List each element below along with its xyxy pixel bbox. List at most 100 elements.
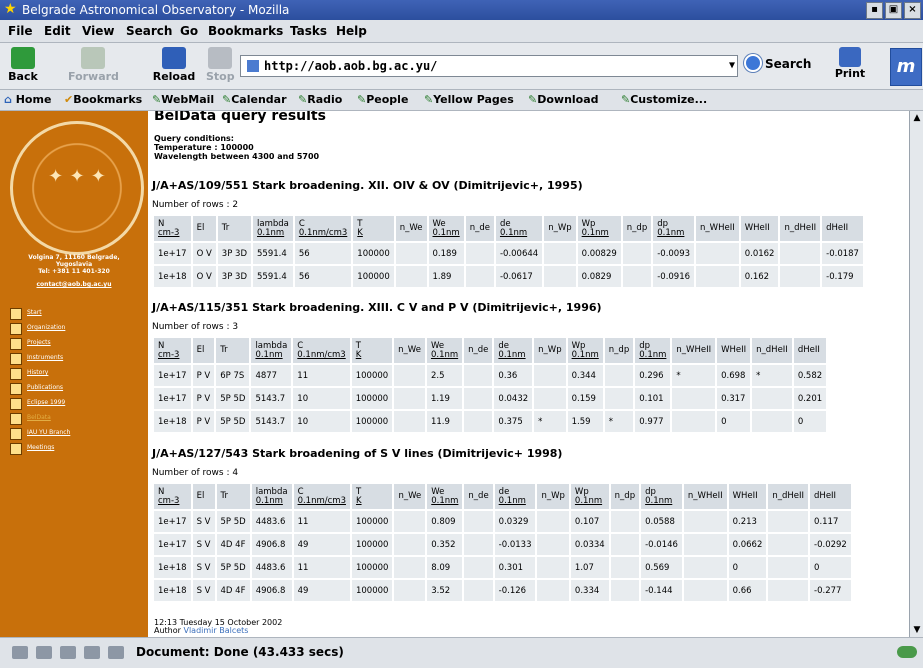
url-field[interactable]: http://aob.aob.bg.ac.yu/ ▼ [240, 55, 738, 77]
maximize-button[interactable]: ▣ [885, 2, 902, 19]
table-cell [394, 388, 425, 409]
print-button[interactable]: Print [832, 47, 868, 80]
back-button[interactable]: Back [6, 47, 40, 83]
table-cell: 3.52 [427, 580, 463, 601]
bookmark-home[interactable]: ⌂ Home [4, 93, 51, 106]
table-cell [672, 411, 716, 432]
minimize-button[interactable]: ▪ [866, 2, 883, 19]
table-cell: 0.375 [494, 411, 533, 432]
table-cell: * [604, 411, 634, 432]
table-cell: 0.0329 [494, 511, 536, 532]
table-cell: 11 [293, 365, 350, 386]
table-cell: 0.0588 [641, 511, 682, 532]
scroll-up-icon[interactable]: ▲ [912, 113, 922, 123]
url-dropdown-icon[interactable]: ▼ [729, 56, 735, 76]
column-header: dp 0.1nm [641, 484, 682, 509]
vertical-scrollbar[interactable]: ▲ ▼ [909, 111, 923, 637]
reload-icon [162, 47, 186, 69]
table-cell: 1.59 [567, 411, 603, 432]
table-cell [622, 266, 652, 287]
navigator-icon[interactable] [12, 646, 28, 659]
bookmark-download[interactable]: ✎Download [528, 93, 599, 106]
search-label: Search [765, 57, 812, 71]
table-cell: 10 [293, 388, 350, 409]
table-cell [394, 411, 425, 432]
column-header: n_de [464, 484, 493, 509]
mail-icon[interactable] [36, 646, 52, 659]
table-cell: 3P 3D [217, 243, 251, 264]
mozilla-logo-icon[interactable]: m [890, 48, 922, 86]
table-cell [464, 365, 493, 386]
menu-file[interactable]: File [8, 24, 33, 38]
stop-button[interactable]: Stop [206, 47, 235, 83]
table-cell: S V [192, 557, 215, 578]
forward-label: Forward [68, 70, 119, 83]
bookmark-people[interactable]: ✎People [357, 93, 408, 106]
column-header: TK [353, 216, 394, 241]
search-button[interactable]: Search [744, 52, 814, 76]
bookmark-yellow-pages[interactable]: ✎Yellow Pages [424, 93, 514, 106]
column-header: Tr [217, 216, 251, 241]
column-header: Tr [216, 484, 250, 509]
table-cell [768, 511, 809, 532]
table-cell: P V [192, 365, 215, 386]
bookmark-calendar[interactable]: ✎Calendar [222, 93, 287, 106]
table-cell [394, 365, 425, 386]
bookmark-radio[interactable]: ✎Radio [298, 93, 342, 106]
column-header: n_We [395, 216, 427, 241]
table-cell [752, 388, 792, 409]
bookmark-bookmarks[interactable]: ✔Bookmarks [64, 93, 142, 106]
column-header: C 0.1nm/cm3 [293, 484, 350, 509]
footer-author-label: Author [154, 626, 181, 635]
column-header: lambda 0.1nm [251, 338, 292, 363]
column-header: n_We [394, 338, 425, 363]
status-text: Document: Done (43.433 secs) [136, 645, 344, 659]
table-cell [464, 580, 493, 601]
column-header: n_dp [604, 338, 634, 363]
table-cell: 0.159 [567, 388, 603, 409]
table-cell: -0.126 [494, 580, 536, 601]
table-cell: 5591.4 [253, 243, 293, 264]
table-cell: * [534, 411, 566, 432]
table-cell: 100000 [351, 365, 393, 386]
folder-icon [10, 338, 22, 350]
column-header: lambda 0.1nm [253, 216, 293, 241]
table-cell: P V [192, 411, 215, 432]
table-cell [780, 243, 821, 264]
reload-button[interactable]: Reload [150, 47, 198, 83]
menu-edit[interactable]: Edit [44, 24, 71, 38]
menu-tasks[interactable]: Tasks [290, 24, 327, 38]
column-header: n_dHeII [780, 216, 821, 241]
link-icon: ✎ [621, 93, 631, 106]
column-header: Wp 0.1nm [577, 216, 621, 241]
table-cell: 0 [793, 411, 827, 432]
table-cell: -0.277 [810, 580, 851, 601]
address-book-icon[interactable] [108, 646, 124, 659]
forward-button[interactable]: Forward [68, 47, 119, 83]
column-header: lambda 0.1nm [251, 484, 292, 509]
menu-search[interactable]: Search [126, 24, 172, 38]
table-cell: 5P 5D [216, 511, 250, 532]
column-header: n_de [465, 216, 494, 241]
footer-author-link[interactable]: Vladimir Balcets [183, 626, 248, 635]
table-cell [683, 557, 727, 578]
menu-bookmarks[interactable]: Bookmarks [208, 24, 283, 38]
bookmark-customize[interactable]: ✎Customize... [621, 93, 707, 106]
composer-icon[interactable] [60, 646, 76, 659]
contact-link[interactable]: contact@aob.bg.ac.yu [4, 281, 144, 288]
table-cell: 0.36 [494, 365, 533, 386]
chat-icon[interactable] [84, 646, 100, 659]
observatory-seal-logo: ✦ ✦ ✦ [10, 121, 144, 255]
close-button[interactable]: × [904, 2, 921, 19]
table-cell: 100000 [353, 266, 394, 287]
menu-go[interactable]: Go [180, 24, 198, 38]
column-header: Wp 0.1nm [570, 484, 609, 509]
menu-view[interactable]: View [82, 24, 114, 38]
table-row: 1e+18 O V 3P 3D 5591.4 56 100000 1.89 -0.0617 0.… [154, 266, 863, 287]
table-cell [696, 243, 739, 264]
scroll-down-icon[interactable]: ▼ [912, 625, 922, 635]
table-cell: 4D 4F [216, 534, 250, 555]
bookmark-webmail[interactable]: ✎WebMail [152, 93, 214, 106]
menu-help[interactable]: Help [336, 24, 367, 38]
table-cell [780, 266, 821, 287]
